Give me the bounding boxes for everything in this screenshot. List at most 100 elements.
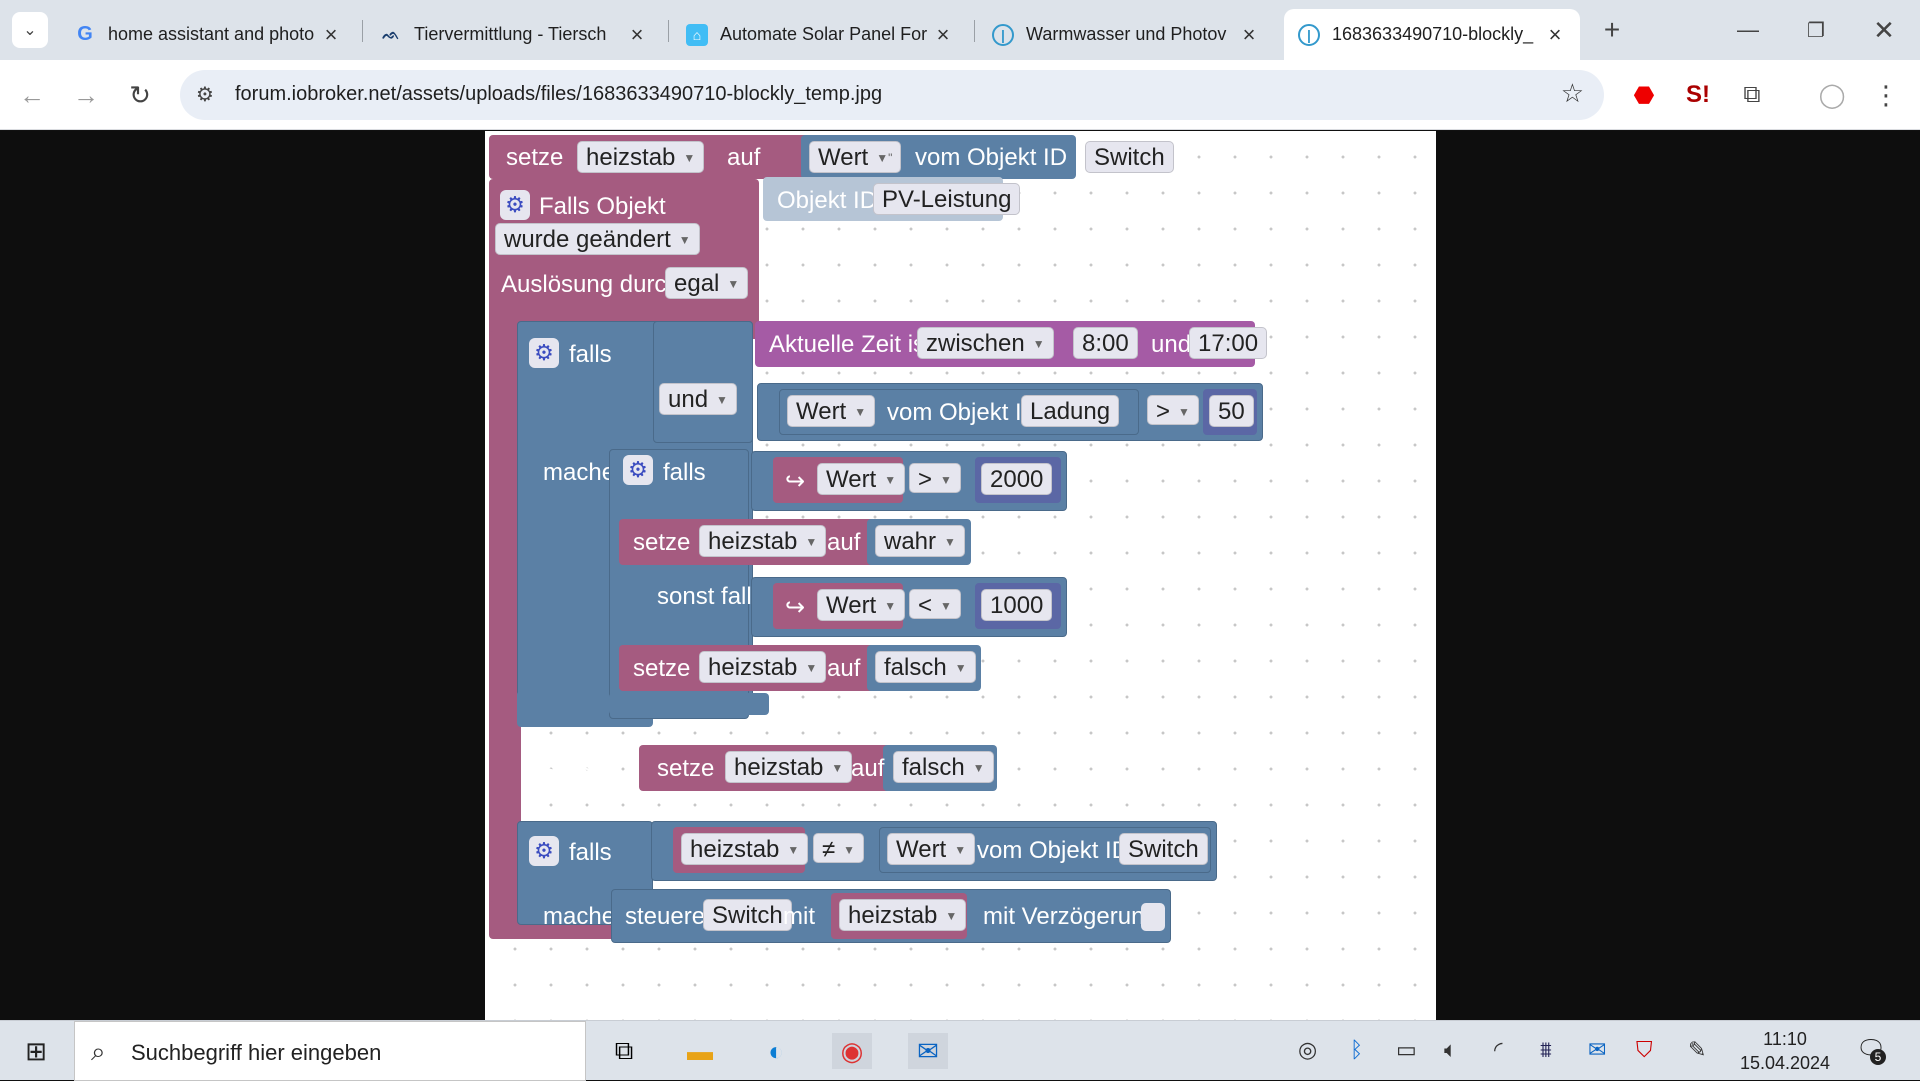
tab-4[interactable]: | Warmwasser und Photov × [978,9,1274,60]
tab-3[interactable]: ⌂ Automate Solar Panel For × [672,9,968,60]
var-label: heizstab [690,836,780,863]
network-icon[interactable]: ⩩ [1540,1037,1552,1063]
clock-time: 11:10 [1763,1029,1807,1049]
und-label: und [668,386,709,413]
edge-icon[interactable]: ◐ [756,1033,796,1069]
task-view-icon[interactable]: ⧉ [604,1033,644,1069]
mcafee-icon[interactable]: ⛉ [1636,1037,1653,1063]
wert-dropdown: Wert ▼ [887,833,976,865]
tab-title: home assistant and photo [108,24,315,44]
battery-icon[interactable]: ▭ [1396,1037,1417,1063]
gear-icon: ⚙ [529,836,559,866]
close-icon[interactable]: × [1238,22,1260,48]
volume-icon[interactable]: 🔈︎ [1444,1037,1457,1063]
extensions-icon[interactable]: ⧉ [1734,77,1770,113]
number-field: 2000 [981,463,1053,495]
opera-adblock-icon[interactable]: ⬣ [1626,77,1662,113]
clock[interactable]: 11:10 15.04.2024 [1730,1027,1840,1075]
tab-1[interactable]: G home assistant and photo × [60,9,356,60]
ausloesung-label: Auslösung durch [501,271,680,298]
outlook-tray-icon[interactable]: ✉ [1588,1037,1606,1063]
changed-label: wurde geändert [504,226,671,253]
gear-icon: ⚙ [500,190,530,220]
operator-dropdown: > ▼ [909,463,961,493]
tab-2[interactable]: ᨒ Tiervermittlung - Tiersch × [366,9,662,60]
var-label: heizstab [848,902,938,929]
mache-label: mache [543,459,616,486]
taskbar: ⊞ ⌕ Suchbegriff hier eingeben ⧉ ▬ ◐ ◉ ✉ … [0,1020,1920,1081]
close-icon[interactable]: × [626,22,648,48]
v2000-label: 2000 [990,466,1044,493]
forward-button[interactable]: → [68,77,104,113]
egal-label: egal [674,270,720,297]
chrome-icon[interactable]: ◉ [832,1033,872,1069]
zwischen-label: zwischen [926,330,1025,357]
bluetooth-icon[interactable]: ᛒ [1350,1037,1363,1063]
windows-start-icon[interactable]: ⊞ [16,1033,56,1069]
arrow-icon: ↪ [785,594,806,621]
variable-dropdown: heizstab ▼ [699,525,827,557]
gear-icon: ⚙ [623,455,653,485]
tab-strip: ⌄ G home assistant and photo × ᨒ Tierver… [0,0,1920,60]
setze-label: setze [633,655,691,682]
close-icon[interactable]: × [1544,22,1566,48]
back-button[interactable]: ← [14,77,50,113]
tab-title: Automate Solar Panel For [720,24,928,44]
switch-field: Switch [703,899,792,931]
gt-label: > [1156,398,1171,425]
taskbar-search[interactable]: ⌕ Suchbegriff hier eingeben [74,1021,586,1081]
vpn-icon[interactable]: ◎ [1298,1037,1317,1063]
v1000-label: 1000 [990,592,1044,619]
sitebar-extension-icon[interactable]: S! [1680,77,1716,113]
ladung-label: Ladung [1030,398,1111,425]
pen-icon[interactable]: ✎ [1688,1037,1706,1063]
tab-5-active[interactable]: | 1683633490710-blockly_ × [1284,9,1580,60]
obj-label: Switch [1128,836,1199,863]
notification-badge: 5 [1870,1049,1886,1065]
site-settings-icon[interactable]: ⚙ [196,82,214,107]
object-id-field: Switch [1119,833,1208,865]
wert-dropdown: Wert ▼ [787,395,876,427]
t1-label: 8:00 [1082,330,1129,357]
var-label: heizstab [734,754,824,781]
auf-label: auf [827,655,861,682]
operator-dropdown: > ▼ [1147,395,1199,425]
close-window-button[interactable]: ✕ [1866,12,1902,48]
var-label: heizstab [708,654,798,681]
vom-objekt-label: vom Objekt ID [977,837,1130,864]
ladung-field: Ladung [1021,395,1120,427]
und-dropdown: und ▼ [659,383,737,415]
fifty-label: 50 [1218,398,1245,425]
wert-label: Wert [896,836,947,863]
outlook-icon[interactable]: ✉ [908,1033,948,1069]
google-icon: G [77,23,93,45]
bookmark-star-icon[interactable]: ☆ [1561,78,1584,109]
new-tab-button[interactable]: + [1594,12,1630,48]
menu-icon[interactable]: ⋮ [1868,77,1904,113]
profile-avatar-icon[interactable]: ◯ [1814,77,1850,113]
address-bar[interactable]: ⚙ forum.iobroker.net/assets/uploads/file… [180,70,1604,120]
search-icon: ⌕ [91,1036,106,1066]
wert-dropdown: Wert ▼ [817,589,906,621]
url-text[interactable]: forum.iobroker.net/assets/uploads/files/… [235,83,882,106]
notification-center-icon[interactable]: 🗨︎ 5 [1856,1035,1886,1065]
vom-objekt-label: vom Objekt ID [887,399,1040,426]
falls-objekt-label: Falls Objekt [539,193,666,220]
sonst-label: sonst [543,755,601,782]
operator-dropdown: < ▼ [909,589,961,619]
reload-button[interactable]: ↻ [122,77,158,113]
wifi-icon[interactable]: ◜ [1494,1037,1503,1063]
minimize-button[interactable]: — [1730,12,1766,48]
aktuelle-zeit-label: Aktuelle Zeit ist [769,331,932,358]
close-icon[interactable]: × [932,22,954,48]
tab-search-button[interactable]: ⌄ [12,12,48,48]
bool-dropdown: wahr ▼ [875,525,965,557]
switch-label: Switch [712,902,783,929]
operator-dropdown: ≠ ▼ [813,833,865,863]
wert-label: Wert [826,592,877,619]
restore-button[interactable]: ❐ [1798,12,1834,48]
close-icon[interactable]: × [320,22,342,48]
search-placeholder: Suchbegriff hier eingeben [131,1040,382,1065]
file-explorer-icon[interactable]: ▬ [680,1033,720,1069]
mache-label: mache [543,903,616,930]
